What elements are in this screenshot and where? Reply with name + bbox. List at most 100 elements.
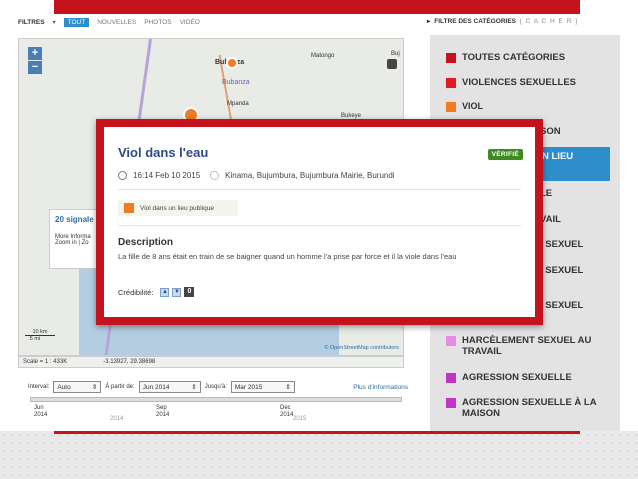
bottom-background (0, 431, 638, 479)
interval-label: Interval: (28, 384, 50, 390)
background-pattern (0, 431, 638, 479)
select-arrows-icon: ⇕ (191, 384, 197, 391)
interval-value: Auto (57, 383, 71, 391)
report-meta: 16:14 Feb 10 2015 Kinama, Bujumbura, Buj… (118, 171, 395, 180)
category-label: SON (540, 126, 561, 137)
description-heading: Description (118, 237, 174, 248)
map-city-label: Matongo (311, 53, 335, 59)
category-item[interactable]: VAIL (540, 214, 561, 225)
credibility-down-button[interactable]: ▼ (172, 287, 182, 297)
report-category-tag[interactable]: Viol dans un lieu publique (118, 200, 238, 216)
category-color-swatch (446, 398, 456, 408)
map-city-label: Bubanza (222, 79, 250, 86)
tick-year: 2014 (280, 412, 294, 418)
credibility-label: Crédibilité: (118, 287, 154, 297)
tick-month: Jun (34, 405, 44, 411)
filters-bar: FILTRES ▾ TOUT NOUVELLES PHOTOS VIDÉO (18, 15, 418, 29)
divider (118, 225, 521, 226)
scale-mi-label: 5 mi (29, 336, 41, 342)
report-marker[interactable] (226, 57, 238, 69)
from-select[interactable]: Jun 2014 ⇕ (138, 381, 201, 393)
tick-month: Sep (156, 405, 167, 411)
report-title[interactable]: Viol dans l'eau (118, 145, 208, 160)
to-label: Jusqu'à: (204, 384, 227, 390)
category-item[interactable]: HARCÈLEMENT SEXUEL AU TRAVAIL (446, 335, 606, 357)
credibility-row: Crédibilité: ▲ ▼ 0 (118, 287, 195, 297)
clock-icon (118, 171, 127, 180)
report-dialog: Viol dans l'eau VÉRIFIÉ 16:14 Feb 10 201… (104, 127, 535, 317)
category-color-swatch (446, 373, 456, 383)
verified-badge: VÉRIFIÉ (487, 149, 523, 160)
category-filter-header: ▸ FILTRE DES CATÉGORIES [ C A C H E R ] (427, 15, 627, 27)
tab-all[interactable]: TOUT (63, 17, 90, 27)
category-color-swatch (446, 102, 456, 112)
top-red-bar (54, 0, 580, 14)
category-item[interactable]: VIOL (446, 101, 483, 112)
category-label: VIOL (462, 101, 484, 111)
bottom-red-bar (54, 431, 580, 434)
category-color-swatch (446, 78, 456, 88)
layers-icon[interactable] (387, 59, 397, 69)
description-text: La fille de 8 ans était en train de se b… (118, 252, 457, 261)
category-label: VAIL (540, 214, 561, 225)
category-label: AGRESSION SEXUELLE À LA MAISON (462, 397, 597, 419)
zoom-in-button[interactable]: + (28, 47, 42, 60)
category-color-swatch (446, 53, 456, 63)
report-location: Kinama, Bujumbura, Bujumbura Mairie, Bur… (225, 171, 395, 180)
more-info-link[interactable]: Plus d'informations (353, 384, 408, 391)
category-item[interactable]: AGRESSION SEXUELLE À LA MAISON (446, 397, 606, 419)
tab-photos[interactable]: PHOTOS (144, 19, 171, 26)
category-label: HARCÈLEMENT SEXUEL AU TRAVAIL (462, 335, 592, 357)
map-scale-readout: Scale = 1 : 433K (23, 359, 68, 365)
to-value: Mar 2015 (234, 383, 263, 391)
report-time: 16:14 Feb 10 2015 (133, 171, 201, 180)
tick-year: 2014 (34, 412, 48, 418)
category-label: AGRESSION SEXUELLE (462, 372, 572, 383)
map-city-label: Mpanda (227, 101, 249, 107)
select-arrows-icon: ⇕ (91, 384, 98, 391)
report-overlay-frame: Viol dans l'eau VÉRIFIÉ 16:14 Feb 10 201… (96, 119, 543, 325)
select-arrows-icon: ⇕ (285, 384, 291, 391)
timeline-tick: Jun 2014 (34, 405, 47, 419)
map-status-bar: Scale = 1 : 433K -3.13927, 29.38698 (18, 356, 404, 368)
time-controls: Interval: Auto ⇕ À partir de: Jun 2014 ⇕ J… (28, 381, 408, 393)
map-attribution[interactable]: © OpenStreetMap contributors (324, 345, 399, 351)
category-color-swatch (446, 336, 456, 346)
map-city-label: Buj (391, 51, 400, 57)
category-item[interactable]: AGRESSION SEXUELLE (446, 372, 572, 383)
credibility-score: 0 (184, 287, 195, 297)
category-item[interactable]: VIOLENCES SEXUELLES (446, 77, 576, 88)
filters-arrow-icon: ▾ (52, 19, 56, 26)
timeline-year: 2014 (110, 416, 124, 422)
scale-km-label: 10 km (25, 329, 55, 336)
credibility-up-button[interactable]: ▲ (160, 287, 170, 297)
tab-video[interactable]: VIDÉO (180, 19, 200, 26)
to-select[interactable]: Mar 2015 ⇕ (230, 381, 295, 393)
app-root: FILTRES ▾ TOUT NOUVELLES PHOTOS VIDÉO ▸ … (0, 0, 638, 479)
filters-label: FILTRES (18, 18, 45, 26)
map-scale-bar: 10 km 5 mi (25, 329, 55, 342)
interval-select[interactable]: Auto ⇕ (53, 381, 102, 393)
category-label: VIOLENCES SEXUELLES (462, 77, 577, 88)
from-value: Jun 2014 (142, 383, 170, 391)
zoom-out-button[interactable]: − (28, 61, 42, 74)
hide-categories-link[interactable]: [ C A C H E R ] (520, 18, 578, 25)
map-coords-readout: -3.13927, 29.38698 (103, 359, 156, 365)
tab-news[interactable]: NOUVELLES (97, 19, 136, 26)
divider (118, 189, 521, 190)
tick-year: 2014 (156, 412, 170, 418)
category-arrow-icon: ▸ (427, 18, 431, 25)
timeline-year: 2015 (293, 416, 307, 422)
tick-month: Dec (280, 405, 291, 411)
timeline-slider[interactable] (30, 397, 402, 402)
category-item[interactable]: TOUTES CATÉGORIES (446, 52, 565, 63)
report-category: Viol dans un lieu publique (140, 204, 214, 212)
category-item[interactable]: SON (540, 126, 561, 137)
category-color-swatch (124, 203, 134, 213)
from-label: À partir de: (105, 384, 135, 390)
timeline-tick: Dec 2014 (280, 405, 293, 419)
timeline-tick: Sep 2014 (156, 405, 169, 419)
location-icon (210, 171, 220, 180)
category-filter-title: FILTRE DES CATÉGORIES (434, 17, 517, 25)
category-label: N LIEU (542, 151, 574, 162)
